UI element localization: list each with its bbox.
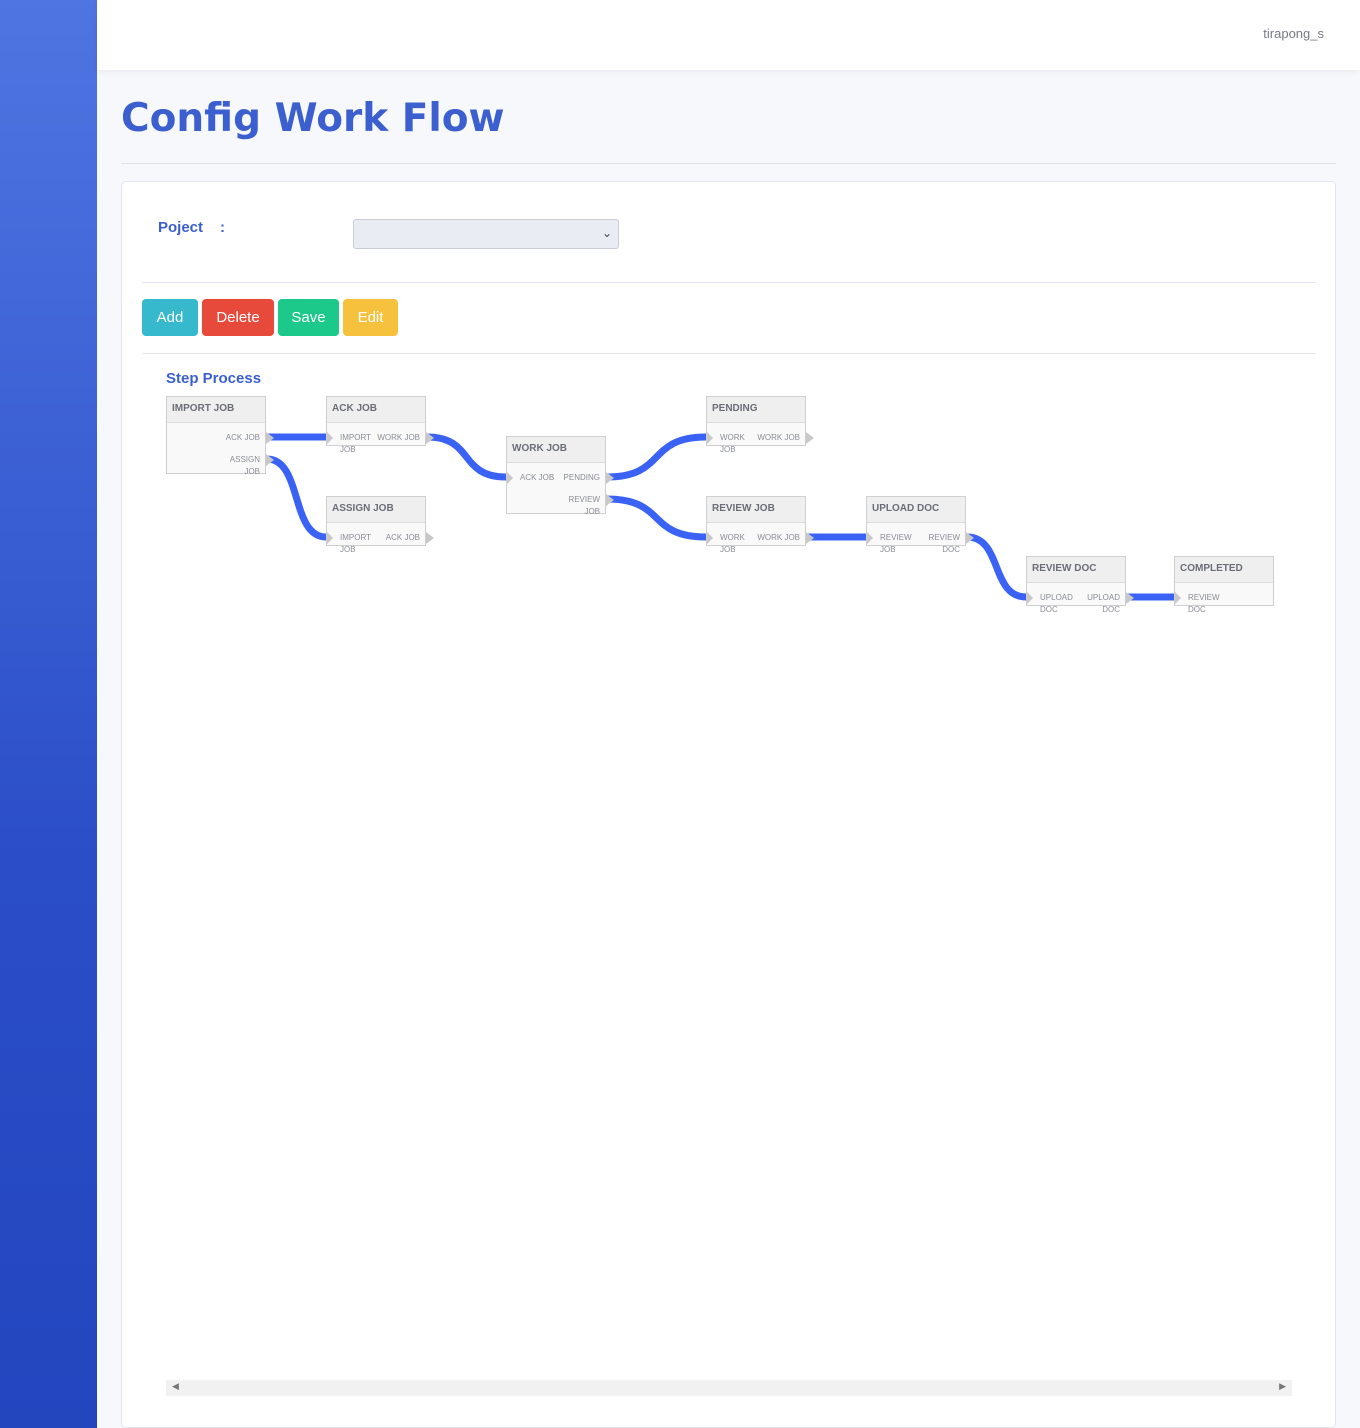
user-name[interactable]: tirapong_s: [1263, 26, 1324, 41]
form-divider: [142, 282, 1316, 283]
chevron-down-icon: ⌄: [601, 226, 612, 240]
flow-node-completed[interactable]: COMPLETED REVIEW DOC: [1174, 556, 1274, 614]
flow-link-work-job-to-pending[interactable]: [606, 433, 707, 481]
input-arrow-icon[interactable]: [507, 472, 513, 484]
flow-node-upload-doc[interactable]: UPLOAD DOC REVIEW JOB REVIEW DOC: [866, 496, 974, 554]
flow-output-port: WORK JOB: [757, 433, 800, 442]
input-arrow-icon[interactable]: [1027, 592, 1033, 604]
flow-node-review-job[interactable]: REVIEW JOB WORK JOB WORK JOB: [706, 496, 814, 554]
title-divider: [121, 163, 1336, 164]
flow-node-review-doc[interactable]: REVIEW DOC UPLOAD DOC UPLOAD DOC: [1026, 556, 1134, 614]
flow-output-port: ACK JOB: [385, 533, 420, 542]
flow-output-port: REVIEW DOC: [928, 533, 960, 554]
edit-button[interactable]: Edit: [343, 299, 398, 336]
page-title: Config Work Flow: [121, 96, 505, 141]
flow-node-title: UPLOAD DOC: [867, 497, 965, 523]
flow-input-port: ACK JOB: [520, 473, 555, 482]
flow-input-port: REVIEW JOB: [880, 533, 912, 554]
flow-node-title: ASSIGN JOB: [327, 497, 425, 523]
sidebar: [0, 0, 97, 1428]
top-navbar: tirapong_s: [97, 0, 1360, 70]
flow-input-port: WORK JOB: [720, 533, 745, 554]
output-arrow-icon[interactable]: [806, 532, 814, 544]
flow-output-port: ASSIGN JOB: [229, 455, 260, 476]
flow-link-work-job-to-review-job[interactable]: [606, 495, 707, 541]
flow-output-port: ACK JOB: [225, 433, 260, 442]
output-arrow-icon[interactable]: [1126, 592, 1134, 604]
scroll-right-icon[interactable]: ▶: [1279, 1382, 1286, 1392]
input-arrow-icon[interactable]: [327, 432, 333, 444]
project-select[interactable]: ⌄: [353, 219, 619, 249]
scroll-left-icon[interactable]: ◀: [172, 1382, 179, 1392]
flow-output-port: WORK JOB: [377, 433, 420, 442]
workflow-card: Poject : ⌄ Add Delete Save Edit Step Pro…: [121, 181, 1336, 1428]
flow-node-title: WORK JOB: [507, 437, 605, 463]
flow-node-import-job[interactable]: IMPORT JOB ACK JOB ASSIGN JOB: [166, 396, 274, 476]
output-arrow-icon[interactable]: [606, 494, 614, 506]
toolbar-divider: [142, 353, 1316, 354]
flow-output-port: WORK JOB: [757, 533, 800, 542]
flow-link-upload-doc-to-review-doc[interactable]: [966, 533, 1027, 601]
flow-node-work-job[interactable]: WORK JOB ACK JOB PENDING REVIEW JOB: [506, 436, 614, 516]
flow-node-title: IMPORT JOB: [167, 397, 265, 423]
output-arrow-icon[interactable]: [426, 532, 434, 544]
flow-node-title: REVIEW DOC: [1027, 557, 1125, 583]
project-label-colon: :: [220, 219, 225, 236]
input-arrow-icon[interactable]: [707, 432, 713, 444]
output-arrow-icon[interactable]: [266, 454, 274, 466]
output-arrow-icon[interactable]: [606, 472, 614, 484]
flow-node-title: REVIEW JOB: [707, 497, 805, 523]
flow-node-pending[interactable]: PENDING WORK JOB WORK JOB: [706, 396, 814, 454]
delete-button[interactable]: Delete: [202, 299, 274, 336]
output-arrow-icon[interactable]: [426, 432, 434, 444]
output-arrow-icon[interactable]: [966, 532, 974, 544]
step-process-title: Step Process: [166, 370, 262, 387]
save-button[interactable]: Save: [278, 299, 339, 336]
flow-output-port: REVIEW JOB: [568, 495, 600, 516]
flow-link-ack-job-to-work-job[interactable]: [426, 433, 507, 481]
flow-link-import-job-to-assign-job[interactable]: [266, 455, 327, 541]
flow-input-port: IMPORT JOB: [340, 533, 371, 554]
flow-node-assign-job[interactable]: ASSIGN JOB IMPORT JOB ACK JOB: [326, 496, 434, 554]
input-arrow-icon[interactable]: [867, 532, 873, 544]
add-button[interactable]: Add: [142, 299, 198, 336]
project-label: Poject: [158, 219, 204, 236]
flow-node-title: ACK JOB: [327, 397, 425, 423]
input-arrow-icon[interactable]: [327, 532, 333, 544]
flow-node-title: PENDING: [707, 397, 805, 423]
flow-node-ack-job[interactable]: ACK JOB IMPORT JOB WORK JOB: [326, 396, 434, 454]
flow-input-port: IMPORT JOB: [340, 433, 371, 454]
horizontal-scrollbar[interactable]: ◀ ▶: [166, 1380, 1292, 1396]
flow-canvas[interactable]: IMPORT JOB ACK JOB ASSIGN JOB ACK JOB IMPORT…: [166, 396, 1292, 1366]
flow-input-port: UPLOAD DOC: [1040, 593, 1073, 614]
flow-output-port: PENDING: [563, 473, 600, 482]
input-arrow-icon[interactable]: [707, 532, 713, 544]
flow-node-title: COMPLETED: [1175, 557, 1273, 583]
output-arrow-icon[interactable]: [806, 432, 814, 444]
input-arrow-icon[interactable]: [1175, 592, 1181, 604]
flow-input-port: REVIEW DOC: [1188, 593, 1220, 614]
flow-output-port: UPLOAD DOC: [1087, 593, 1120, 614]
flow-input-port: WORK JOB: [720, 433, 745, 454]
output-arrow-icon[interactable]: [266, 432, 274, 444]
